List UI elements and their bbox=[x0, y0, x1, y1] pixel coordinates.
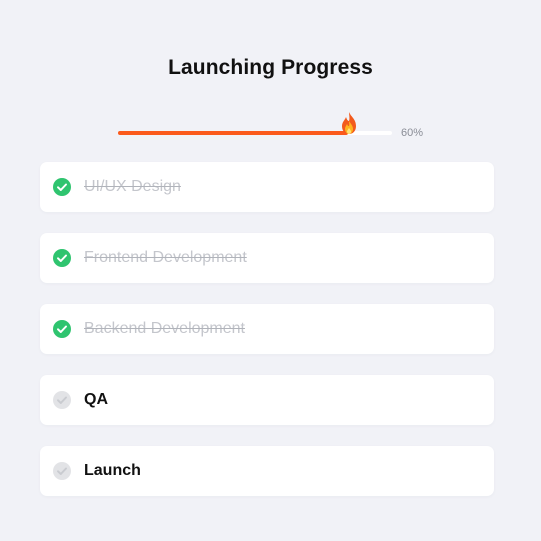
task-label: UI/UX Design bbox=[84, 178, 181, 195]
check-circle-icon[interactable] bbox=[53, 462, 71, 480]
task-label: QA bbox=[84, 391, 108, 408]
task-item-frontend-development[interactable]: Frontend Development bbox=[40, 233, 494, 283]
check-circle-icon[interactable] bbox=[53, 391, 71, 409]
progress-percent: 60% bbox=[401, 127, 424, 139]
task-label: Backend Development bbox=[84, 320, 245, 337]
check-circle-icon[interactable] bbox=[53, 320, 71, 338]
task-label: Launch bbox=[84, 462, 141, 479]
progress-fill bbox=[118, 131, 348, 135]
check-circle-icon[interactable] bbox=[53, 178, 71, 196]
task-label: Frontend Development bbox=[84, 249, 247, 266]
task-item-backend-development[interactable]: Backend Development bbox=[40, 304, 494, 354]
task-item-uiux-design[interactable]: UI/UX Design bbox=[40, 162, 494, 212]
task-item-launch[interactable]: Launch bbox=[40, 446, 494, 496]
task-list: UI/UX Design Frontend Development Backen… bbox=[40, 162, 494, 517]
page-title: Launching Progress bbox=[168, 56, 373, 79]
task-item-qa[interactable]: QA bbox=[40, 375, 494, 425]
progress-bar: 60% bbox=[118, 112, 448, 145]
flame-icon bbox=[338, 111, 360, 135]
check-circle-icon[interactable] bbox=[53, 249, 71, 267]
